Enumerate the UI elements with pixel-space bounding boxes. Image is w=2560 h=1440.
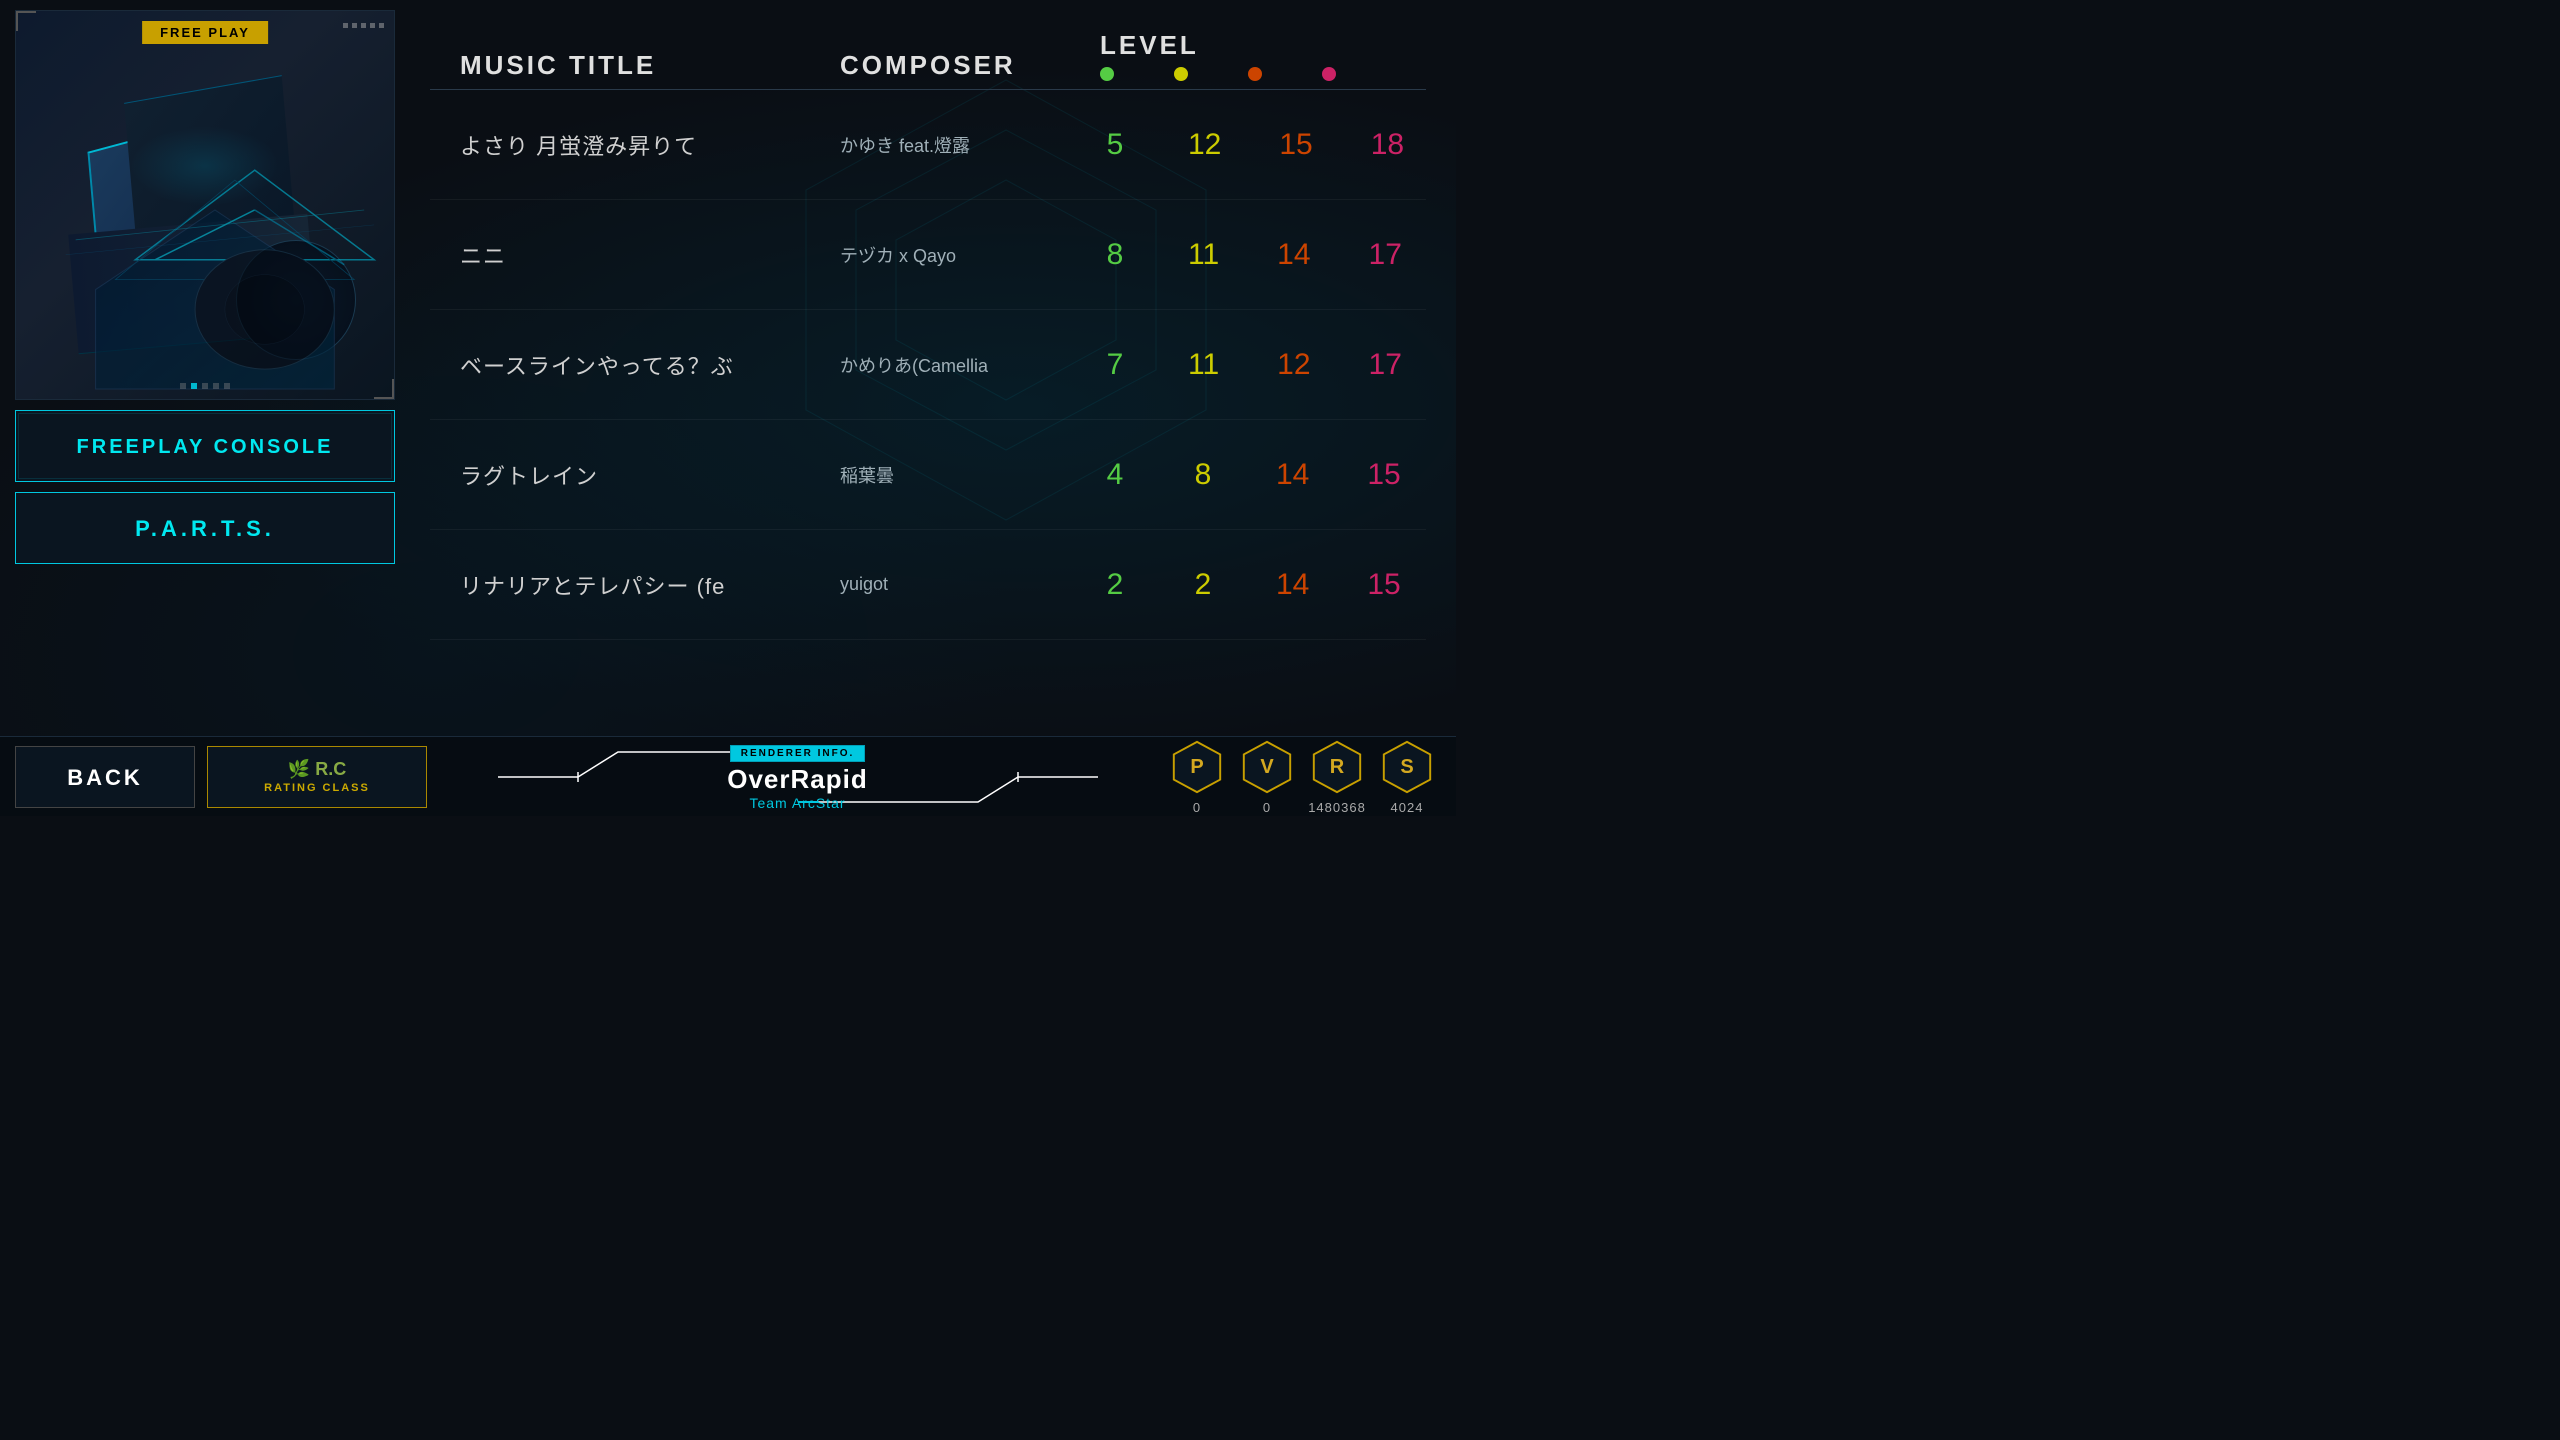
corner-br-decoration — [374, 379, 394, 399]
left-panel: FREE PLAY — [15, 10, 405, 736]
level-number: 2 — [1188, 568, 1218, 602]
badge-letter: V — [1260, 756, 1273, 779]
back-button[interactable]: BACK — [15, 746, 195, 808]
level-dot-normal — [1174, 67, 1188, 81]
badge-letter: S — [1400, 756, 1413, 779]
badge-value: 0 — [1263, 800, 1271, 815]
rating-class-button[interactable]: 🌿 R.C RATING CLASS — [207, 746, 427, 808]
renderer-name: OverRapid — [727, 764, 868, 795]
music-list[interactable]: よさり 月蛍澄み昇りてかゆき feat.燈露5 12 15 18 ニニテヅカ x Qay… — [430, 90, 1426, 736]
corner-tl-decoration — [16, 11, 36, 31]
right-panel: MUSIC TITLE COMPOSER LEVEL よさり 月蛍澄み昇りてかゆ… — [430, 0, 1426, 736]
album-art — [16, 11, 394, 399]
level-number: 14 — [1276, 568, 1309, 602]
badge-letter: R — [1330, 756, 1344, 779]
badge-value: 1480368 — [1308, 800, 1366, 815]
level-number: 15 — [1367, 458, 1400, 492]
parts-button[interactable]: P.A.R.T.S. — [15, 492, 395, 564]
stat-badge-v: V 0 — [1238, 738, 1296, 815]
song-levels: 4 8 14 15 — [1100, 458, 1426, 492]
stat-badge-r: R 1480368 — [1308, 738, 1366, 815]
renderer-info-box: RENDERER INFO. OverRapid Team ArcStar — [727, 743, 868, 811]
level-number: 17 — [1369, 238, 1402, 272]
level-number: 15 — [1367, 568, 1400, 602]
song-levels: 5 12 15 18 — [1100, 128, 1426, 162]
column-header-composer: COMPOSER — [840, 50, 1100, 81]
song-title: ニニ — [460, 239, 840, 271]
level-number: 7 — [1100, 348, 1130, 382]
song-composer: 稲葉曇 — [840, 462, 1100, 488]
column-header-title: MUSIC TITLE — [460, 50, 840, 81]
level-number: 4 — [1100, 458, 1130, 492]
bottom-connector: RENDERER INFO. OverRapid Team ArcStar — [427, 743, 1168, 811]
level-number: 17 — [1369, 348, 1402, 382]
rating-icon: 🌿 R.C — [288, 759, 346, 780]
level-number: 15 — [1279, 128, 1312, 162]
renderer-info-label: RENDERER INFO. — [730, 745, 866, 762]
song-levels: 2 2 14 15 — [1100, 568, 1426, 602]
level-number: 8 — [1100, 238, 1130, 272]
renderer-team: Team ArcStar — [727, 795, 868, 811]
song-levels: 8 11 14 17 — [1100, 238, 1426, 272]
level-number: 11 — [1188, 348, 1219, 382]
level-number: 8 — [1188, 458, 1218, 492]
rating-class-label: RATING CLASS — [264, 782, 370, 794]
badge-value: 4024 — [1391, 800, 1424, 815]
level-number: 14 — [1277, 238, 1310, 272]
left-buttons: FREEPLAY CONSOLE P.A.R.T.S. — [15, 410, 405, 564]
level-number: 12 — [1277, 348, 1310, 382]
album-art-container: FREE PLAY — [15, 10, 395, 400]
badge-hex-p: P — [1168, 738, 1226, 796]
song-composer: かめりあ(Camellia — [840, 352, 1100, 378]
column-header-level: LEVEL — [1100, 30, 1426, 81]
level-number: 12 — [1188, 128, 1221, 162]
table-header: MUSIC TITLE COMPOSER LEVEL — [430, 0, 1426, 90]
bottom-right-stats: P 0 V 0 R 1480368 — [1168, 738, 1436, 815]
badge-hex-r: R — [1308, 738, 1366, 796]
song-title: よさり 月蛍澄み昇りて — [460, 129, 840, 161]
level-number: 2 — [1100, 568, 1130, 602]
freeplay-console-button[interactable]: FREEPLAY CONSOLE — [15, 410, 395, 482]
stat-badge-s: S 4024 — [1378, 738, 1436, 815]
level-dot-easy — [1100, 67, 1114, 81]
song-levels: 7 11 12 17 — [1100, 348, 1426, 382]
album-dots-bottom — [180, 383, 230, 389]
music-row[interactable]: ベースラインやってる？ぶかめりあ(Camellia7 11 12 17 — [430, 310, 1426, 420]
music-row[interactable]: よさり 月蛍澄み昇りてかゆき feat.燈露5 12 15 18 — [430, 90, 1426, 200]
level-number: 5 — [1100, 128, 1130, 162]
badge-value: 0 — [1193, 800, 1201, 815]
badge-letter: P — [1190, 756, 1203, 779]
level-indicators — [1100, 67, 1426, 81]
song-composer: かゆき feat.燈露 — [840, 132, 1100, 158]
song-composer: テヅカ x Qayo — [840, 242, 1100, 268]
song-composer: yuigot — [840, 574, 1100, 595]
song-title: リナリアとテレパシー (fe — [460, 569, 840, 601]
song-title: ラグトレイン — [460, 459, 840, 491]
level-number: 18 — [1371, 128, 1404, 162]
song-title: ベースラインやってる？ぶ — [460, 349, 840, 381]
bottom-bar: BACK 🌿 R.C RATING CLASS RENDERER INFO. O… — [0, 736, 1456, 816]
badge-hex-s: S — [1378, 738, 1436, 796]
stat-badge-p: P 0 — [1168, 738, 1226, 815]
level-dot-extra — [1322, 67, 1336, 81]
music-row[interactable]: ニニテヅカ x Qayo8 11 14 17 — [430, 200, 1426, 310]
music-row[interactable]: リナリアとテレパシー (feyuigot221415 — [430, 530, 1426, 640]
free-play-badge: FREE PLAY — [142, 21, 268, 44]
music-row[interactable]: ラグトレイン稲葉曇4 8 14 15 — [430, 420, 1426, 530]
badge-hex-v: V — [1238, 738, 1296, 796]
level-dot-hard — [1248, 67, 1262, 81]
level-number: 11 — [1188, 238, 1219, 272]
level-number: 14 — [1276, 458, 1309, 492]
